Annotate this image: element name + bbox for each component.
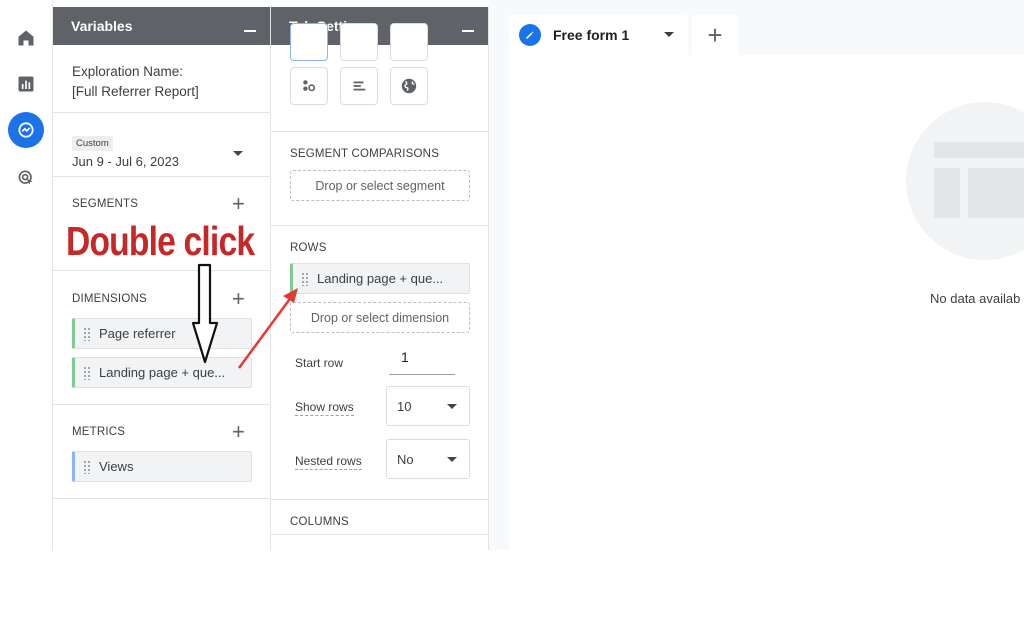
add-dimension-icon[interactable]: + bbox=[232, 288, 245, 310]
line-viz-icon[interactable] bbox=[390, 23, 428, 61]
show-rows-select[interactable]: 10 bbox=[386, 386, 470, 426]
variables-title: Variables bbox=[71, 18, 133, 34]
divider bbox=[271, 534, 488, 535]
show-rows-value: 10 bbox=[397, 398, 412, 414]
nested-rows-label: Nested rows bbox=[295, 454, 362, 470]
tab-bar: Free form 1 + bbox=[489, 7, 1024, 55]
table-viz-icon[interactable] bbox=[290, 23, 328, 61]
screenshot: Variables Exploration Name: [Full Referr… bbox=[0, 0, 1024, 550]
metrics-title: METRICS bbox=[72, 426, 126, 438]
rows-dimension-chip[interactable]: Landing page + que... bbox=[290, 263, 470, 294]
placeholder-bar bbox=[934, 142, 1024, 158]
metrics-section: METRICS + Views bbox=[53, 405, 270, 499]
home-icon[interactable] bbox=[8, 20, 44, 56]
exploration-name-section: Exploration Name: [Full Referrer Report] bbox=[53, 45, 270, 113]
segment-comparisons-title: SEGMENT COMPARISONS bbox=[290, 148, 440, 160]
metric-chip[interactable]: Views bbox=[72, 451, 252, 482]
segments-title: SEGMENTS bbox=[72, 198, 139, 210]
date-range-picker[interactable]: Jun 9 - Jul 6, 2023 bbox=[72, 154, 270, 169]
metric-label: Views bbox=[99, 459, 134, 474]
add-tab-button[interactable]: + bbox=[692, 15, 738, 55]
start-row-input[interactable]: 1 bbox=[389, 349, 455, 375]
segment-comparisons-section: SEGMENT COMPARISONS Drop or select segme… bbox=[271, 132, 488, 226]
nested-rows-select[interactable]: No bbox=[386, 439, 470, 479]
chevron-down-icon[interactable] bbox=[233, 151, 243, 156]
minimize-icon[interactable] bbox=[462, 30, 474, 32]
annotation-text: Double click bbox=[66, 218, 255, 264]
tab-free-form-1[interactable]: Free form 1 bbox=[509, 15, 688, 55]
rows-drop-zone[interactable]: Drop or select dimension bbox=[290, 302, 470, 333]
placeholder-bar bbox=[968, 168, 1024, 218]
rows-dimension-label: Landing page + que... bbox=[317, 271, 444, 286]
dimensions-title: DIMENSIONS bbox=[72, 293, 147, 305]
columns-section: COLUMNS bbox=[271, 500, 488, 550]
dimension-chip[interactable]: Page referrer bbox=[72, 318, 252, 349]
dimension-label: Landing page + que... bbox=[99, 365, 226, 380]
reports-icon[interactable] bbox=[8, 66, 44, 102]
segment-drop-zone[interactable]: Drop or select segment bbox=[290, 170, 470, 201]
add-metric-icon[interactable]: + bbox=[232, 421, 245, 443]
advertising-icon[interactable] bbox=[8, 160, 44, 196]
tab-label: Free form 1 bbox=[553, 27, 630, 43]
explore-icon[interactable] bbox=[8, 112, 44, 148]
nested-rows-value: No bbox=[397, 451, 414, 467]
variables-panel: Variables Exploration Name: [Full Referr… bbox=[53, 7, 271, 550]
canvas-body: No data availab bbox=[509, 55, 1024, 550]
drag-handle-icon[interactable] bbox=[83, 459, 91, 474]
drag-handle-icon[interactable] bbox=[83, 365, 91, 380]
canvas-area: Free form 1 + No data availab bbox=[489, 0, 1024, 550]
date-tag: Custom bbox=[72, 136, 113, 151]
rows-section: ROWS Landing page + que... Drop or selec… bbox=[271, 226, 488, 500]
rows-title: ROWS bbox=[290, 242, 327, 254]
bar-chart-icon[interactable] bbox=[340, 67, 378, 105]
show-rows-label: Show rows bbox=[295, 400, 354, 416]
variables-header: Variables bbox=[53, 7, 270, 45]
start-row-label: Start row bbox=[295, 356, 344, 370]
drag-handle-icon[interactable] bbox=[301, 271, 309, 286]
pencil-icon[interactable] bbox=[519, 24, 541, 46]
dimension-chip[interactable]: Landing page + que... bbox=[72, 357, 252, 388]
empty-state-text: No data availab bbox=[930, 291, 1021, 306]
add-segment-icon[interactable]: + bbox=[232, 193, 245, 215]
exploration-name-value[interactable]: [Full Referrer Report] bbox=[72, 82, 270, 102]
minimize-icon[interactable] bbox=[244, 30, 256, 32]
chevron-down-icon[interactable] bbox=[664, 32, 674, 37]
dimension-label: Page referrer bbox=[99, 326, 176, 341]
scatter-icon[interactable] bbox=[290, 67, 328, 105]
chevron-down-icon bbox=[447, 457, 457, 462]
exploration-name-label: Exploration Name: bbox=[72, 64, 184, 79]
placeholder-bar bbox=[934, 168, 960, 218]
columns-title: COLUMNS bbox=[290, 516, 349, 528]
tab-settings-panel: Tab Settings SEGMENT COMPARISONS Drop or… bbox=[271, 7, 489, 550]
visualization-section bbox=[271, 23, 488, 132]
chevron-down-icon bbox=[447, 404, 457, 409]
donut-viz-icon[interactable] bbox=[340, 23, 378, 61]
date-range-section: Custom Jun 9 - Jul 6, 2023 bbox=[53, 113, 270, 177]
drag-handle-icon[interactable] bbox=[83, 326, 91, 341]
dimensions-section: DIMENSIONS + Page referrer Landing page … bbox=[53, 271, 270, 405]
left-nav-rail bbox=[0, 0, 53, 550]
empty-state-illustration bbox=[906, 102, 1024, 260]
globe-icon[interactable] bbox=[390, 67, 428, 105]
